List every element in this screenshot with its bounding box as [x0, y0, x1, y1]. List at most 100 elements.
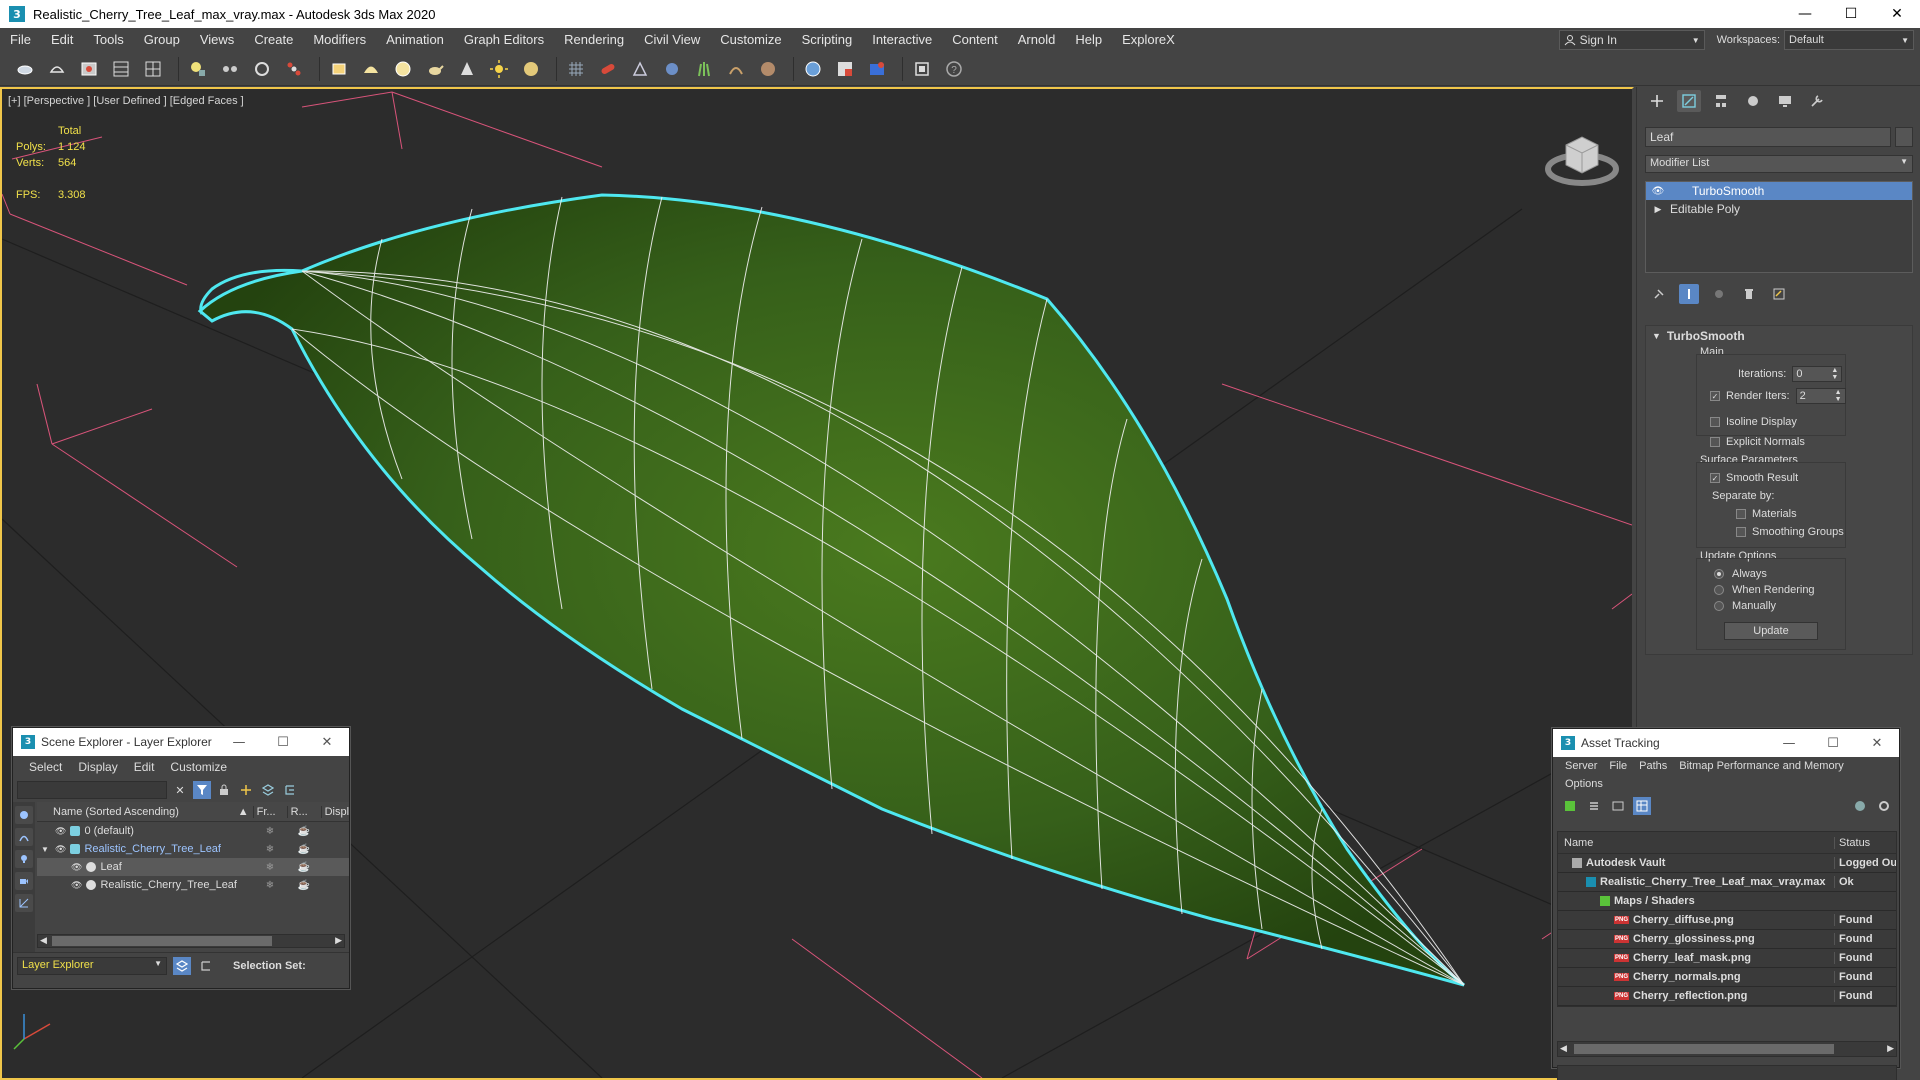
display-shapes-icon[interactable]: [15, 828, 33, 846]
menu-create[interactable]: Create: [244, 28, 303, 52]
se-menu-select[interactable]: Select: [21, 760, 70, 774]
volume-icon[interactable]: [755, 56, 781, 82]
at-menu-options[interactable]: Options: [1559, 775, 1609, 793]
layers-view-icon[interactable]: [173, 956, 191, 975]
particle-icon[interactable]: [281, 56, 307, 82]
stack-item-editable-poly[interactable]: ▶ Editable Poly: [1646, 200, 1912, 218]
table-row[interactable]: 👁 Realistic_Cherry_Tree_Leaf ❄ ☕: [37, 876, 349, 894]
lock-icon[interactable]: [215, 781, 233, 799]
sun-icon[interactable]: [486, 56, 512, 82]
settings-icon[interactable]: [1875, 797, 1893, 815]
create-tab-icon[interactable]: [1645, 90, 1669, 112]
maximize-button[interactable]: ☐: [261, 735, 305, 750]
display-helpers-icon[interactable]: [15, 894, 33, 912]
hierarchy-view-icon[interactable]: [197, 957, 215, 975]
menu-content[interactable]: Content: [942, 28, 1008, 52]
smooth-result-checkbox[interactable]: ✓: [1710, 473, 1720, 483]
modifier-list-dropdown[interactable]: Modifier List ▼: [1645, 155, 1913, 173]
freeze-toggle-icon[interactable]: ❄: [253, 844, 287, 855]
table-row[interactable]: Realistic_Cherry_Tree_Leaf_max_vray.max O…: [1558, 873, 1896, 892]
iterations-spinner[interactable]: 0 ▲ ▼: [1792, 366, 1843, 382]
display-lights-icon[interactable]: [15, 850, 33, 868]
minimize-button[interactable]: —: [1767, 736, 1811, 751]
hemisphere-icon[interactable]: [358, 56, 384, 82]
freeze-toggle-icon[interactable]: ❄: [253, 880, 287, 891]
display-cameras-icon[interactable]: [15, 872, 33, 890]
table-row[interactable]: Autodesk Vault Logged Out: [1558, 854, 1896, 873]
eye-icon[interactable]: 👁: [55, 844, 66, 855]
always-radio[interactable]: [1714, 569, 1724, 579]
display-geometry-icon[interactable]: [15, 806, 33, 824]
layers-icon[interactable]: [259, 781, 277, 799]
teapot-icon[interactable]: [422, 56, 448, 82]
clear-search-icon[interactable]: ✕: [171, 781, 189, 799]
scroll-right-icon[interactable]: ▶: [335, 935, 342, 946]
explorer-type-select[interactable]: Layer Explorer ▼: [17, 956, 167, 975]
scroll-right-icon[interactable]: ▶: [1887, 1043, 1894, 1054]
table-row[interactable]: PNG Cherry_reflection.png Found: [1558, 987, 1896, 1006]
camera-icon[interactable]: [249, 56, 275, 82]
cone-icon[interactable]: [454, 56, 480, 82]
help-icon[interactable]: ?: [941, 56, 967, 82]
explicit-normals-checkbox[interactable]: [1710, 437, 1720, 447]
link-icon[interactable]: [12, 56, 38, 82]
viewcube-icon[interactable]: [1542, 119, 1622, 199]
menu-customize[interactable]: Customize: [710, 28, 791, 52]
vray-render-icon[interactable]: [864, 56, 890, 82]
scrollbar-thumb[interactable]: [1574, 1044, 1834, 1054]
display-column-header[interactable]: Displ: [320, 805, 349, 818]
unlink-icon[interactable]: [44, 56, 70, 82]
menu-group[interactable]: Group: [134, 28, 190, 52]
sign-in-dropdown[interactable]: Sign In ▼: [1558, 30, 1705, 50]
refresh-icon[interactable]: [1561, 797, 1579, 815]
motion-tab-icon[interactable]: [1741, 90, 1765, 112]
eye-icon[interactable]: 👁: [55, 826, 66, 837]
maximize-button[interactable]: ☐: [1811, 736, 1855, 751]
menu-explorex[interactable]: ExploreX: [1112, 28, 1185, 52]
freeze-toggle-icon[interactable]: ❄: [253, 826, 287, 837]
table-view-icon[interactable]: [1633, 797, 1651, 815]
leaf-mesh[interactable]: [197, 193, 1465, 987]
table-row[interactable]: PNG Cherry_normals.png Found: [1558, 968, 1896, 987]
when-rendering-radio[interactable]: [1714, 585, 1724, 595]
scroll-left-icon[interactable]: ◀: [1560, 1043, 1567, 1054]
menu-tools[interactable]: Tools: [83, 28, 133, 52]
grid-icon[interactable]: [563, 56, 589, 82]
utilities-tab-icon[interactable]: [1805, 90, 1829, 112]
at-menu-file[interactable]: File: [1603, 757, 1633, 775]
add-layer-icon[interactable]: [237, 781, 255, 799]
renderable-toggle-icon[interactable]: ☕: [287, 826, 321, 837]
table-row[interactable]: ▼ 👁 Realistic_Cherry_Tree_Leaf ❄ ☕: [37, 840, 349, 858]
render-setup-icon[interactable]: [76, 56, 102, 82]
update-button[interactable]: Update: [1724, 622, 1818, 640]
menu-interactive[interactable]: Interactive: [862, 28, 942, 52]
menu-views[interactable]: Views: [190, 28, 244, 52]
modify-tab-icon[interactable]: [1677, 90, 1701, 112]
table-row[interactable]: PNG Cherry_leaf_mask.png Found: [1558, 949, 1896, 968]
at-menu-server[interactable]: Server: [1559, 757, 1603, 775]
scene-explorer-title-bar[interactable]: 3 Scene Explorer - Layer Explorer — ☐ ✕: [13, 728, 349, 756]
status-column-header[interactable]: Status: [1834, 836, 1896, 849]
eye-icon[interactable]: 👁: [71, 880, 82, 891]
render-iters-checkbox[interactable]: ✓: [1710, 391, 1720, 401]
display-tab-icon[interactable]: [1773, 90, 1797, 112]
renderable-toggle-icon[interactable]: ☕: [287, 844, 321, 855]
filter-icon[interactable]: [193, 781, 211, 799]
globe-icon[interactable]: [800, 56, 826, 82]
grass-icon[interactable]: [691, 56, 717, 82]
configure-sets-icon[interactable]: [1769, 284, 1789, 304]
proxy-icon[interactable]: [627, 56, 653, 82]
at-menu-paths[interactable]: Paths: [1633, 757, 1673, 775]
table-row[interactable]: PNG Cherry_glossiness.png Found: [1558, 930, 1896, 949]
se-menu-display[interactable]: Display: [70, 760, 125, 774]
hair-icon[interactable]: [723, 56, 749, 82]
hierarchy-tab-icon[interactable]: [1709, 90, 1733, 112]
spinner-arrows-icon[interactable]: ▲ ▼: [1835, 389, 1842, 403]
scene-explorer-search-input[interactable]: [17, 781, 167, 799]
menu-help[interactable]: Help: [1065, 28, 1112, 52]
renderable-toggle-icon[interactable]: ☕: [287, 880, 321, 891]
list-view-icon[interactable]: [1585, 797, 1603, 815]
minimize-button[interactable]: —: [1782, 0, 1828, 28]
scroll-left-icon[interactable]: ◀: [40, 935, 47, 946]
table-row[interactable]: PNG Cherry_diffuse.png Found: [1558, 911, 1896, 930]
